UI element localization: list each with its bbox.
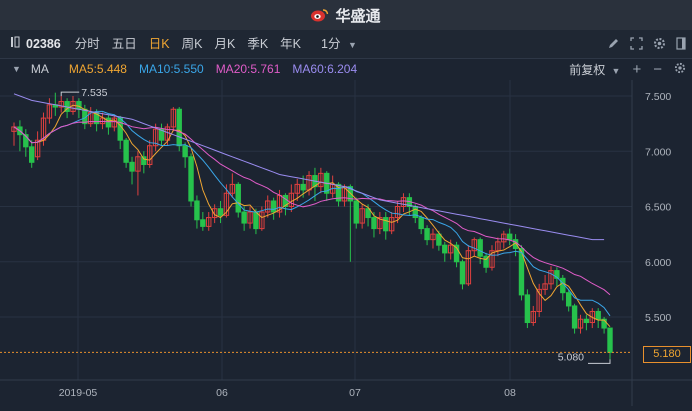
panel-layout-icon[interactable] — [676, 36, 686, 52]
candle-body — [235, 183, 241, 213]
tab-period-week[interactable]: 周K — [176, 30, 209, 58]
indicator-settings-icon[interactable] — [674, 62, 686, 77]
indicator-collapse-icon[interactable]: ▼ — [12, 64, 21, 74]
tab-period-day[interactable]: 日K — [143, 30, 176, 58]
candle-body — [129, 161, 135, 172]
x-tick-label: 07 — [349, 387, 361, 399]
chart-axes: 7.500 7.000 6.500 6.000 5.500 2019-05 06 07 08 — [0, 80, 692, 406]
candle-body — [194, 200, 200, 221]
candle-body — [436, 233, 442, 246]
last-price-tag: 5.180 — [643, 346, 691, 363]
x-tick-label: 06 — [216, 387, 228, 399]
candle-body — [353, 200, 359, 224]
candle-body — [270, 200, 277, 213]
fullscreen-icon[interactable] — [630, 36, 643, 52]
candle-body — [29, 146, 35, 163]
tab-period-month[interactable]: 月K — [208, 30, 241, 58]
y-tick-label: 6.500 — [645, 202, 671, 214]
tab-period-5day[interactable]: 五日 — [106, 30, 143, 58]
y-tick-label: 7.500 — [645, 91, 671, 103]
candle-body — [141, 156, 147, 166]
low-price-label: 5.080 — [558, 351, 584, 363]
chevron-down-icon: ▼ — [611, 65, 621, 76]
candle-body — [188, 156, 194, 202]
ma20-value: MA20:5.761 — [215, 62, 281, 76]
interval-label: 1分 — [321, 37, 341, 51]
indicator-bar: ▼ MA MA5:5.448 MA10:5.550 MA20:5.761 MA6… — [0, 59, 692, 79]
candle-body — [76, 101, 82, 110]
ma10-value: MA10:5.550 — [138, 62, 204, 76]
candle-body — [418, 217, 424, 230]
chart-toolbar: 02386 分时 五日 日K 周K 月K 季K 年K 1分 ▼ — [0, 30, 692, 59]
ma60-value: MA60:6.204 — [292, 62, 358, 76]
add-indicator-icon[interactable]: + — [632, 61, 641, 78]
app-title: 华盛通 — [335, 7, 381, 25]
candle-body — [217, 208, 224, 216]
candle-body — [383, 217, 389, 232]
candle-body — [477, 239, 483, 257]
candle-body — [182, 145, 188, 158]
chevron-down-icon: ▼ — [347, 40, 357, 50]
candle-body — [565, 292, 572, 307]
candles-layer — [11, 92, 613, 364]
candle-body — [105, 117, 112, 128]
chart-canvas: 7.500 7.000 6.500 6.000 5.500 2019-05 06 07 08 7… — [0, 80, 692, 406]
remove-indicator-icon[interactable]: − — [653, 61, 662, 78]
candle-body — [241, 211, 247, 224]
chart-grid — [0, 80, 632, 380]
candle-body — [524, 294, 531, 324]
app-brand: 华盛通 — [311, 5, 381, 26]
interval-select[interactable]: 1分 ▼ — [307, 30, 363, 58]
candle-body — [459, 261, 466, 285]
stock-code: 02386 — [26, 37, 61, 51]
candle-body — [583, 318, 590, 324]
brand-logo-icon — [311, 8, 329, 22]
tab-period-quarter[interactable]: 季K — [241, 30, 274, 58]
chart-annotations: 7.535 5.080 — [0, 87, 632, 364]
candle-body — [123, 139, 129, 163]
candle-body — [607, 327, 613, 353]
candle-body — [176, 108, 182, 147]
y-tick-label: 6.000 — [645, 257, 671, 269]
y-tick-label: 5.500 — [645, 312, 671, 324]
candle-body — [253, 211, 259, 230]
adjust-select[interactable]: 前复权 ▼ — [569, 61, 620, 78]
candle-body — [200, 219, 206, 227]
x-tick-label: 2019-05 — [59, 387, 98, 399]
candle-body — [595, 310, 601, 320]
indicator-name[interactable]: MA — [31, 62, 49, 76]
settings-gear-icon[interactable] — [653, 37, 666, 52]
candle-body — [300, 183, 306, 191]
ma5-value: MA5:5.448 — [68, 62, 127, 76]
y-tick-label: 7.000 — [645, 146, 671, 158]
sidebar-toggle-icon[interactable] — [0, 30, 24, 58]
low-marker — [588, 359, 611, 364]
candle-body — [371, 217, 377, 230]
candle-body — [117, 117, 123, 141]
title-bar: 华盛通 — [0, 0, 692, 30]
high-price-label: 7.535 — [81, 87, 107, 99]
tab-period-intraday[interactable]: 分时 — [69, 30, 106, 58]
candle-body — [571, 305, 578, 329]
x-tick-label: 08 — [504, 387, 516, 399]
candle-body — [442, 244, 448, 254]
pencil-icon[interactable] — [607, 37, 620, 52]
adjust-label: 前复权 — [569, 62, 606, 77]
tab-period-year[interactable]: 年K — [274, 30, 307, 58]
candlestick-chart[interactable]: 7.500 7.000 6.500 6.000 5.500 2019-05 06 07 08 7… — [0, 80, 692, 406]
candle-body — [506, 233, 513, 241]
candle-body — [424, 228, 430, 241]
